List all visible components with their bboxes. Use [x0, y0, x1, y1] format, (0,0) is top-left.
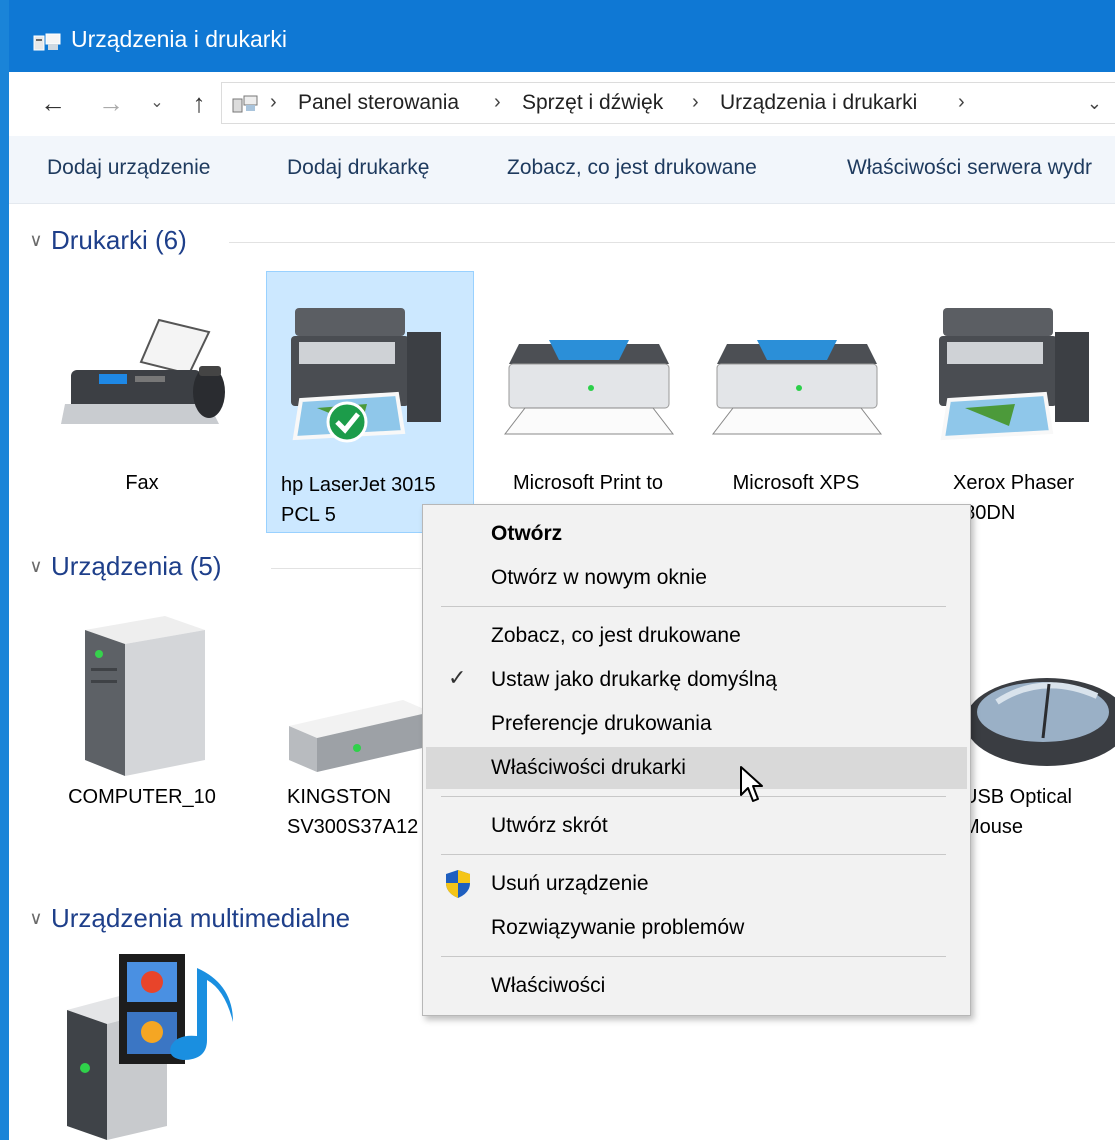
menu-item-label: Utwórz skrót: [491, 814, 608, 837]
breadcrumb-devices-printers[interactable]: Urządzenia i drukarki: [720, 91, 917, 115]
device-label: Microsoft XPS: [732, 472, 860, 494]
devices-and-printers-window: Urządzenia i drukarki ← → ⌄ ↑ › Panel st…: [0, 0, 1115, 1140]
mouse-cursor-icon: [740, 766, 763, 802]
menu-item-label: Właściwości: [491, 974, 606, 997]
group-divider: [271, 568, 421, 569]
menu-item-properties[interactable]: Właściwości: [426, 965, 967, 1007]
breadcrumb-separator: ›: [692, 91, 699, 113]
menu-item-label: Otwórz: [491, 522, 563, 545]
devices-printers-icon: [33, 33, 61, 51]
collapse-chevron-icon[interactable]: ∨: [21, 556, 51, 577]
fax-icon: [61, 318, 225, 424]
breadcrumb-hardware-sound[interactable]: Sprzęt i dźwięk: [522, 91, 663, 115]
printer-icon: [711, 340, 883, 435]
menu-separator: [441, 956, 946, 957]
multifunction-printer-icon: [939, 308, 1089, 441]
menu-item-create-shortcut[interactable]: Utwórz skrót: [426, 805, 967, 847]
window-title: Urządzenia i drukarki: [71, 26, 288, 52]
menu-separator: [441, 606, 946, 607]
group-title: Drukarki (6): [51, 224, 187, 255]
device-item-xerox-phaser[interactable]: Xerox Phaser 280DN: [909, 272, 1115, 534]
computer-tower-icon: [85, 616, 205, 776]
group-devices-header[interactable]: ∨ Urządzenia (5): [21, 546, 222, 586]
context-menu: Otwórz Otwórz w nowym oknie Zobacz, co j…: [422, 504, 971, 1016]
menu-item-open-new-window[interactable]: Otwórz w nowym oknie: [426, 557, 967, 599]
device-label: COMPUTER_10: [68, 786, 216, 808]
device-item-fax[interactable]: Fax: [39, 272, 245, 534]
menu-item-label: Ustaw jako drukarkę domyślną: [491, 668, 777, 691]
back-arrow-icon[interactable]: ←: [37, 86, 69, 120]
menu-item-set-default-printer[interactable]: ✓ Ustaw jako drukarkę domyślną: [426, 659, 967, 701]
breadcrumb-separator: ›: [494, 91, 501, 113]
command-bar: Dodaj urządzenie Dodaj drukarkę Zobacz, …: [9, 136, 1115, 204]
add-printer-button[interactable]: Dodaj drukarkę: [287, 156, 429, 180]
multifunction-printer-default-icon: [291, 308, 441, 443]
device-label: Microsoft Print to: [512, 472, 664, 494]
group-divider: [229, 242, 1115, 243]
title-bar: Urządzenia i drukarki: [9, 0, 1115, 72]
media-server-icon: [67, 950, 233, 1140]
devices-printers-icon: [232, 95, 258, 113]
menu-item-printer-properties[interactable]: Właściwości drukarki: [426, 747, 967, 789]
breadcrumb-separator: ›: [958, 91, 965, 113]
device-item-microsoft-print-to-pdf[interactable]: Microsoft Print to: [485, 272, 691, 534]
menu-item-label: Usuń urządzenie: [491, 872, 649, 895]
menu-item-see-printing[interactable]: Zobacz, co jest drukowane: [426, 615, 967, 657]
forward-arrow-icon[interactable]: →: [95, 86, 127, 120]
device-item-microsoft-xps[interactable]: Microsoft XPS: [693, 272, 899, 534]
menu-separator: [441, 796, 946, 797]
breadcrumb-control-panel[interactable]: Panel sterowania: [298, 91, 459, 115]
device-item-computer[interactable]: COMPUTER_10: [39, 596, 245, 846]
group-title: Urządzenia multimedialne: [51, 902, 351, 933]
uac-shield-icon: [446, 870, 470, 898]
see-printing-button[interactable]: Zobacz, co jest drukowane: [507, 156, 757, 180]
address-dropdown-icon[interactable]: ⌄: [1087, 93, 1102, 114]
menu-item-open[interactable]: Otwórz: [426, 513, 967, 555]
group-title: Urządzenia (5): [51, 550, 222, 581]
address-box[interactable]: › Panel sterowania › Sprzęt i dźwięk › U…: [221, 82, 1115, 124]
menu-item-label: Rozwiązywanie problemów: [491, 916, 745, 939]
menu-item-remove-device[interactable]: Usuń urządzenie: [426, 863, 967, 905]
group-printers-header[interactable]: ∨ Drukarki (6): [21, 220, 187, 260]
printer-icon: [503, 340, 675, 435]
hard-drive-icon: [289, 700, 431, 772]
menu-item-label: Zobacz, co jest drukowane: [491, 624, 741, 647]
menu-item-troubleshoot[interactable]: Rozwiązywanie problemów: [426, 907, 967, 949]
menu-item-printing-preferences[interactable]: Preferencje drukowania: [426, 703, 967, 745]
print-server-properties-button[interactable]: Właściwości serwera wydr: [847, 156, 1092, 180]
device-label: Fax: [125, 472, 159, 494]
menu-separator: [441, 854, 946, 855]
add-device-button[interactable]: Dodaj urządzenie: [47, 156, 210, 180]
menu-item-label: Preferencje drukowania: [491, 712, 712, 735]
checkmark-icon: ✓: [448, 665, 467, 690]
collapse-chevron-icon[interactable]: ∨: [21, 230, 51, 251]
collapse-chevron-icon[interactable]: ∨: [21, 908, 51, 929]
group-multimedia-header[interactable]: ∨ Urządzenia multimedialne: [21, 898, 350, 938]
mouse-icon: [965, 678, 1115, 766]
breadcrumb-separator: ›: [270, 91, 277, 113]
address-bar-row: ← → ⌄ ↑ › Panel sterowania › Sprzęt i dź…: [9, 72, 1115, 136]
menu-item-label: Właściwości drukarki: [491, 756, 686, 779]
up-arrow-icon[interactable]: ↑: [183, 86, 215, 120]
device-item-hp-laserjet[interactable]: hp LaserJet 3015 PCL 5: [266, 271, 474, 533]
menu-item-label: Otwórz w nowym oknie: [491, 566, 707, 589]
chevron-down-icon[interactable]: ⌄: [141, 86, 173, 120]
device-item-media-server[interactable]: [39, 946, 245, 1140]
